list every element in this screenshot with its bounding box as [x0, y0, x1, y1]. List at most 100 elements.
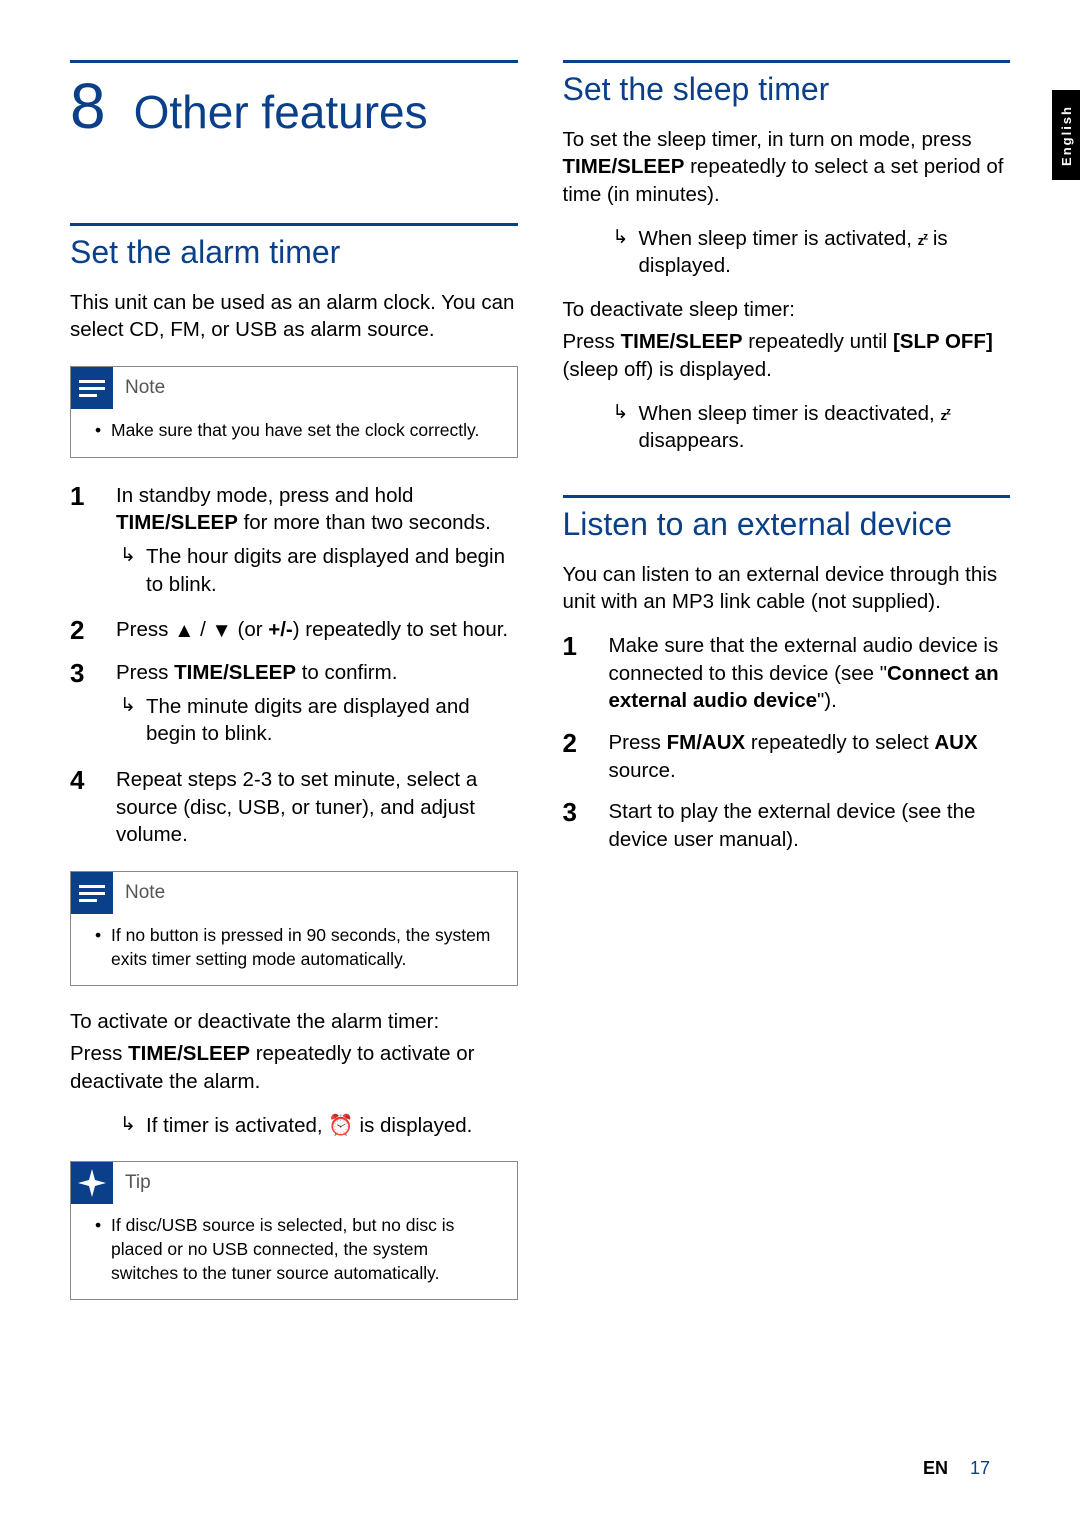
footer: EN 17 — [923, 1458, 990, 1479]
text: ) repeatedly to set hour. — [293, 618, 508, 641]
step-1: 1 In standby mode, press and hold TIME/S… — [70, 482, 518, 603]
note-head: Note — [71, 367, 517, 409]
step-2: 2 Press FM/AUX repeatedly to select AUX … — [563, 729, 1011, 784]
text: (or — [232, 618, 268, 641]
step-3: 3 Start to play the external device (see… — [563, 798, 1011, 853]
down-icon: ▼ — [212, 617, 232, 645]
step-3: 3 Press TIME/SLEEP to confirm. The minut… — [70, 659, 518, 752]
note-body: If no button is pressed in 90 seconds, t… — [71, 914, 517, 985]
text: source. — [609, 759, 676, 782]
spacer — [563, 473, 1011, 495]
section-rule — [563, 495, 1011, 498]
text: is displayed. — [354, 1114, 473, 1137]
step-number: 4 — [70, 766, 96, 849]
section-title-external: Listen to an external device — [563, 506, 1011, 543]
alarm-steps: 1 In standby mode, press and hold TIME/S… — [70, 482, 518, 849]
result-item: When sleep timer is activated, zz is dis… — [609, 225, 1011, 280]
section-rule — [70, 223, 518, 226]
activate-text: Press TIME/SLEEP repeatedly to activate … — [70, 1040, 518, 1095]
alarm-intro: This unit can be used as an alarm clock.… — [70, 289, 518, 344]
external-intro: You can listen to an external device thr… — [563, 561, 1011, 616]
note-icon — [71, 872, 113, 914]
text: to confirm. — [296, 661, 397, 684]
chapter-title: Other features — [134, 85, 428, 139]
deactivate-text: Press TIME/SLEEP repeatedly until [SLP O… — [563, 328, 1011, 383]
button-ref: TIME/SLEEP — [621, 330, 743, 353]
tip-item: If disc/USB source is selected, but no d… — [95, 1214, 499, 1285]
columns: 8 Other features Set the alarm timer Thi… — [70, 60, 1010, 1324]
step-number: 1 — [563, 632, 589, 715]
display-ref: [SLP OFF] — [893, 330, 993, 353]
text: Press — [70, 1042, 128, 1065]
step-result: The hour digits are displayed and begin … — [116, 543, 518, 598]
step-number: 3 — [563, 798, 589, 853]
button-ref: TIME/SLEEP — [174, 661, 296, 684]
step-number: 3 — [70, 659, 96, 752]
result-item: When sleep timer is deactivated, zz disa… — [609, 400, 1011, 455]
note-item: Make sure that you have set the clock co… — [95, 419, 499, 443]
note-body: Make sure that you have set the clock co… — [71, 409, 517, 457]
chapter-rule — [70, 60, 518, 63]
left-column: 8 Other features Set the alarm timer Thi… — [70, 60, 518, 1324]
text: Press — [116, 661, 174, 684]
step-body: Press TIME/SLEEP to confirm. The minute … — [116, 659, 518, 752]
tip-label: Tip — [125, 1172, 151, 1194]
page: English 8 Other features Set the alarm t… — [0, 0, 1080, 1527]
text: When sleep timer is deactivated, — [639, 402, 941, 425]
button-ref: FM/AUX — [667, 731, 746, 754]
text: If timer is activated, — [146, 1114, 328, 1137]
deactivate-subhead: To deactivate sleep timer: — [563, 298, 1011, 322]
result-item: If timer is activated, ⏰ is displayed. — [116, 1112, 518, 1140]
tip-icon — [71, 1162, 113, 1204]
step-number: 2 — [563, 729, 589, 784]
button-ref: TIME/SLEEP — [116, 511, 238, 534]
note-label: Note — [125, 882, 165, 904]
footer-page: 17 — [970, 1458, 990, 1479]
step-body: Start to play the external device (see t… — [609, 798, 1011, 853]
step-body: Press FM/AUX repeatedly to select AUX so… — [609, 729, 1011, 784]
zz-icon: zz — [918, 233, 928, 248]
sleep-intro: To set the sleep timer, in turn on mode,… — [563, 126, 1011, 209]
step-result: The minute digits are displayed and begi… — [116, 693, 518, 748]
step-body: Make sure that the external audio device… — [609, 632, 1011, 715]
step-number: 2 — [70, 616, 96, 645]
activate-result: If timer is activated, ⏰ is displayed. — [116, 1112, 518, 1140]
clock-icon: ⏰ — [328, 1114, 354, 1137]
text: (sleep off) is displayed. — [563, 358, 772, 381]
button-ref: +/- — [268, 618, 293, 641]
note-box-1: Note Make sure that you have set the clo… — [70, 366, 518, 458]
text: When sleep timer is activated, — [639, 227, 918, 250]
section-rule — [563, 60, 1011, 63]
external-steps: 1 Make sure that the external audio devi… — [563, 632, 1011, 854]
section-title-alarm: Set the alarm timer — [70, 234, 518, 271]
language-tab-label: English — [1059, 105, 1074, 166]
text: repeatedly until — [743, 330, 893, 353]
note-head: Note — [71, 872, 517, 914]
button-ref: TIME/SLEEP — [128, 1042, 250, 1065]
step-number: 1 — [70, 482, 96, 603]
step-body: In standby mode, press and hold TIME/SLE… — [116, 482, 518, 603]
tip-head: Tip — [71, 1162, 517, 1204]
text: In standby mode, press and hold — [116, 484, 413, 507]
text: Press — [609, 731, 667, 754]
button-ref: TIME/SLEEP — [563, 155, 685, 178]
mode-ref: AUX — [934, 731, 977, 754]
activate-subhead: To activate or deactivate the alarm time… — [70, 1010, 518, 1034]
text: for more than two seconds. — [238, 511, 491, 534]
text: disappears. — [639, 429, 745, 452]
note-box-2: Note If no button is pressed in 90 secon… — [70, 871, 518, 986]
chapter-number: 8 — [70, 69, 106, 143]
right-column: Set the sleep timer To set the sleep tim… — [563, 60, 1011, 1324]
tip-box: Tip If disc/USB source is selected, but … — [70, 1161, 518, 1300]
sleep-result: When sleep timer is activated, zz is dis… — [609, 225, 1011, 280]
text: To set the sleep timer, in turn on mode,… — [563, 128, 972, 151]
zz-icon: zz — [940, 408, 950, 423]
deactivate-result: When sleep timer is deactivated, zz disa… — [609, 400, 1011, 455]
text: "). — [817, 689, 837, 712]
note-item: If no button is pressed in 90 seconds, t… — [95, 924, 499, 971]
up-icon: ▲ — [174, 617, 194, 645]
step-2: 2 Press ▲ / ▼ (or +/-) repeatedly to set… — [70, 616, 518, 645]
step-4: 4 Repeat steps 2-3 to set minute, select… — [70, 766, 518, 849]
language-tab: English — [1052, 90, 1080, 180]
text: Press — [563, 330, 621, 353]
